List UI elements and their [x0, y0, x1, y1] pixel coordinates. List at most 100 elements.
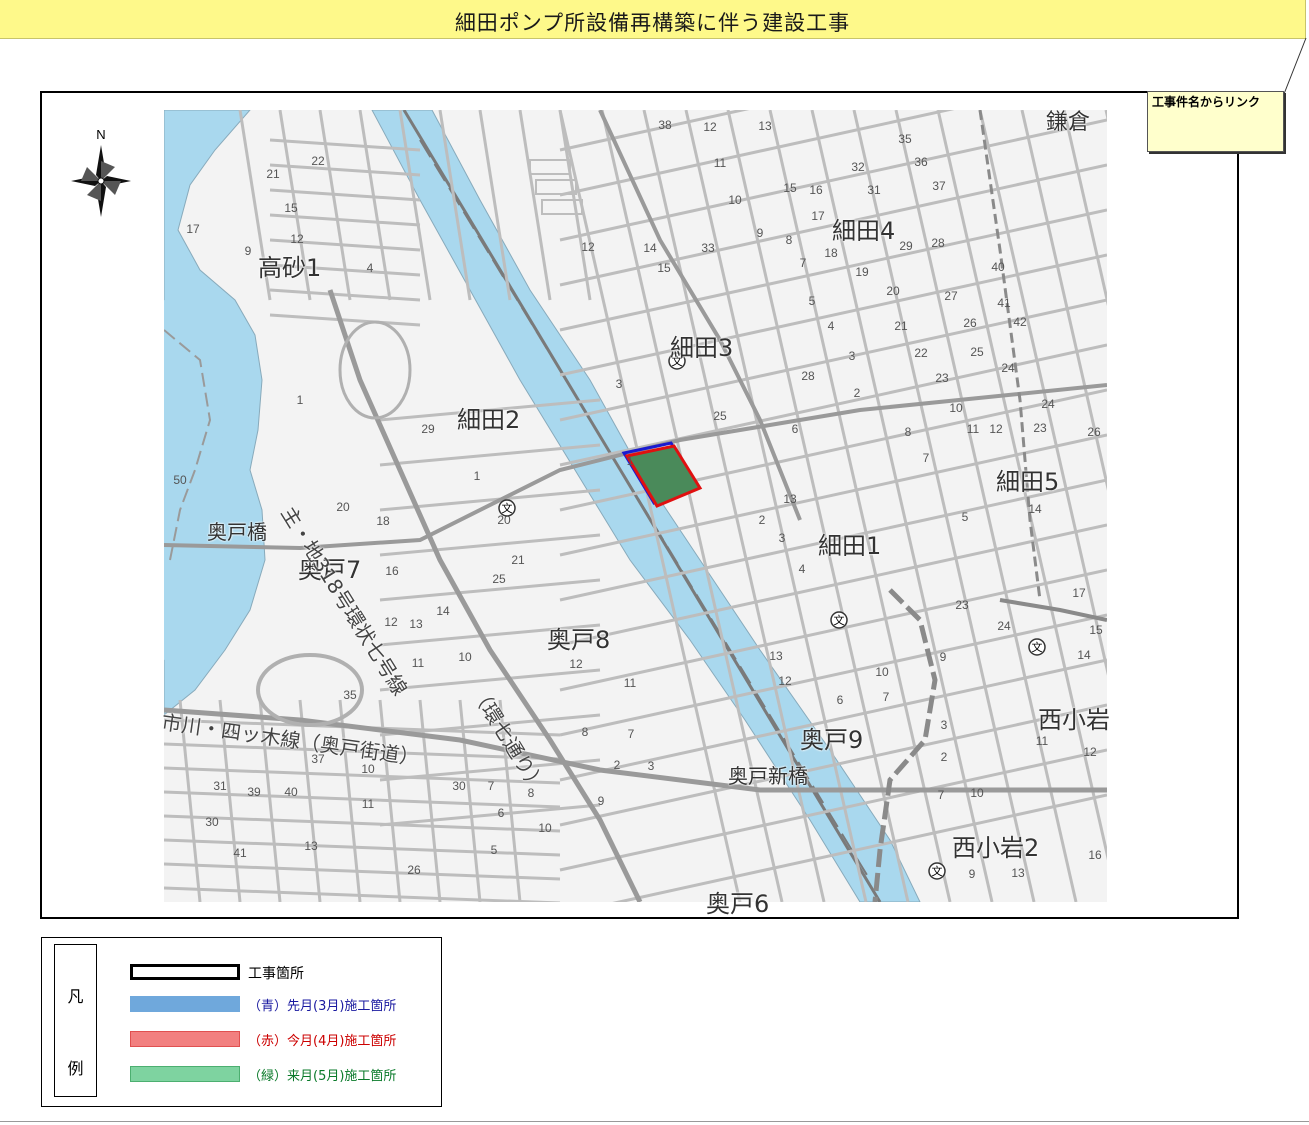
block-number: 12	[778, 674, 792, 688]
block-number: 15	[1089, 623, 1103, 637]
block-number: 9	[757, 226, 764, 240]
block-number: 11	[362, 797, 375, 811]
block-number: 29	[421, 422, 435, 436]
block-number: 22	[914, 346, 928, 360]
block-number: 26	[1087, 425, 1101, 439]
block-number: 24	[1001, 361, 1015, 375]
block-number: 25	[492, 572, 506, 586]
block-number: 9	[940, 650, 947, 664]
svg-text:文: 文	[932, 864, 943, 878]
legend-swatch-last-month	[130, 996, 240, 1012]
block-number: 10	[538, 821, 552, 835]
legend-heading-top: 凡	[67, 987, 84, 1006]
block-number: 11	[1036, 734, 1049, 748]
block-number: 15	[783, 181, 797, 195]
district-label-takasago1: 高砂1	[258, 254, 322, 282]
block-number: 16	[809, 183, 823, 197]
block-number: 8	[582, 725, 589, 739]
block-number: 17	[1072, 586, 1086, 600]
block-number: 7	[923, 451, 930, 465]
block-number: 6	[792, 422, 799, 436]
district-label-hosoda4: 細田4	[832, 217, 896, 245]
block-number: 14	[1077, 648, 1091, 662]
block-number: 8	[905, 425, 912, 439]
block-number: 11	[714, 156, 727, 170]
block-number: 20	[886, 284, 900, 298]
block-number: 26	[963, 316, 977, 330]
block-number: 14	[1028, 502, 1042, 516]
legend-heading: 凡 例	[54, 944, 97, 1097]
block-number: 31	[867, 183, 881, 197]
block-number: 5	[809, 294, 816, 308]
block-number: 40	[284, 785, 298, 799]
district-label-okudo9: 奥戸9	[800, 726, 864, 754]
district-label-okudo6: 奥戸6	[706, 890, 770, 918]
block-number: 9	[245, 244, 252, 258]
block-number: 41	[233, 846, 247, 860]
block-number: 18	[376, 514, 390, 528]
block-number: 35	[343, 688, 357, 702]
district-label-hosoda3: 細田3	[670, 334, 734, 362]
block-number: 10	[458, 650, 472, 664]
block-number: 9	[598, 794, 605, 808]
block-number: 6	[837, 693, 844, 707]
legend: 凡 例 工事箇所 （青）先月(3月)施工箇所 （赤）今月(4月)施工箇所 （緑）…	[41, 937, 442, 1107]
block-number: 6	[498, 806, 505, 820]
block-number: 7	[938, 788, 945, 802]
compass-rose: N	[71, 127, 131, 217]
block-number: 4	[799, 562, 806, 576]
block-number: 21	[511, 553, 525, 567]
school-icon: 文	[928, 862, 946, 880]
block-number: 37	[932, 179, 946, 193]
block-number: 18	[824, 246, 838, 260]
district-label-hosoda1: 細田1	[818, 532, 882, 560]
block-number: 23	[955, 598, 969, 612]
block-number: 8	[786, 233, 793, 247]
block-number: 9	[969, 867, 976, 881]
district-label-nishikoiwa: 西小岩	[1038, 706, 1110, 734]
block-number: 12	[703, 120, 717, 134]
block-number: 29	[899, 239, 913, 253]
school-icon: 文	[498, 499, 516, 517]
block-number: 13	[783, 492, 797, 506]
north-letter: N	[96, 127, 105, 142]
block-number: 30	[205, 815, 219, 829]
legend-heading-bottom: 例	[67, 1059, 84, 1078]
block-number: 12	[290, 232, 304, 246]
block-number: 15	[284, 201, 298, 215]
map-area[interactable]: 12 13 38 11 35 36 32 37 31 15 16 10 17 29 33 14 12 9 8 18 28…	[164, 110, 1107, 902]
block-number: 3	[941, 718, 948, 732]
block-number: 4	[367, 261, 374, 275]
block-number: 16	[385, 564, 399, 578]
block-number: 17	[811, 209, 825, 223]
block-number: 31	[213, 779, 227, 793]
block-number: 13	[409, 617, 423, 631]
block-number: 24	[997, 619, 1011, 633]
block-number: 7	[628, 727, 635, 741]
block-number: 7	[800, 256, 807, 270]
block-number: 2	[759, 513, 766, 527]
block-number: 12	[384, 615, 398, 629]
block-number: 30	[452, 779, 466, 793]
block-number: 19	[855, 265, 869, 279]
block-number: 11	[624, 676, 637, 690]
link-callout[interactable]: 工事件名からリンク	[1147, 91, 1284, 152]
block-number: 3	[849, 349, 856, 363]
block-number: 26	[407, 863, 421, 877]
block-number: 13	[769, 649, 783, 663]
block-number: 5	[491, 843, 498, 857]
bridge-label-okudobashi: 奥戸橋	[207, 520, 267, 544]
callout-text: 工事件名からリンク	[1152, 95, 1261, 109]
page-title: 細田ポンプ所設備再構築に伴う建設工事	[454, 11, 851, 35]
block-number: 15	[657, 261, 671, 275]
block-number: 12	[581, 240, 595, 254]
block-number: 7	[488, 779, 495, 793]
block-number: 17	[186, 222, 200, 236]
legend-label-this-month: （赤）今月(4月)施工箇所	[248, 1034, 397, 1049]
district-label-okudo8: 奥戸8	[547, 626, 611, 654]
callout-leader-line	[1283, 37, 1307, 95]
block-number: 28	[931, 236, 945, 250]
block-number: 10	[949, 401, 963, 415]
block-number: 41	[997, 296, 1011, 310]
block-number: 13	[758, 119, 772, 133]
